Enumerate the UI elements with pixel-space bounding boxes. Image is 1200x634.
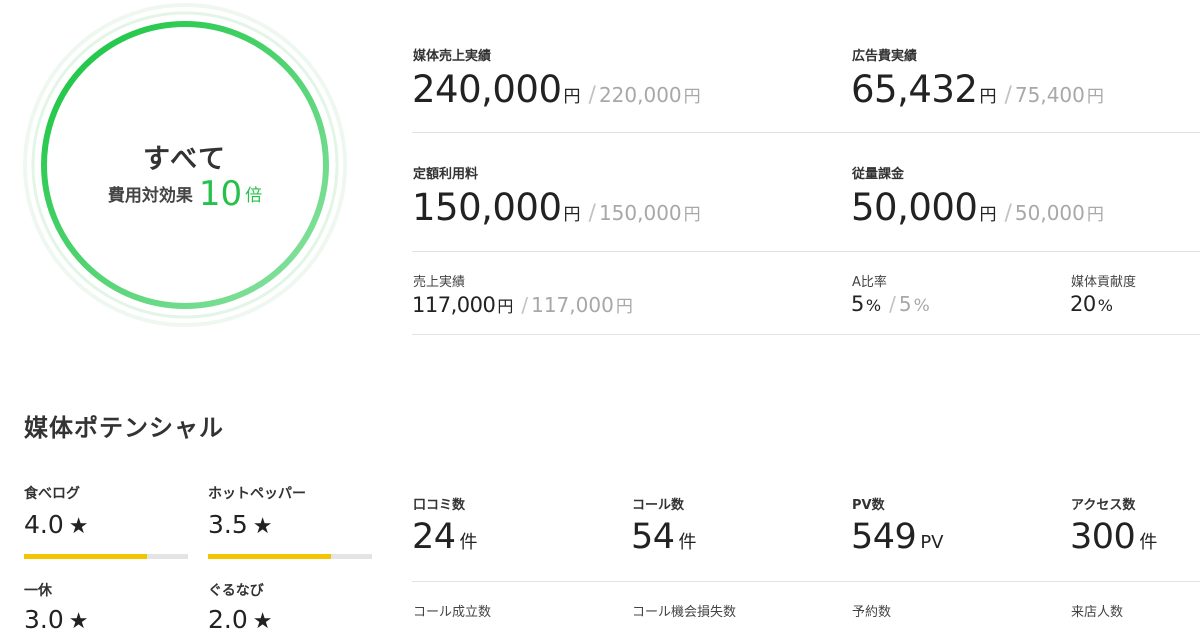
- count-value-pv: 549 PV: [851, 517, 943, 557]
- count-value-access: 300 件: [1070, 517, 1157, 557]
- ad-cost-amount: 65,432: [851, 68, 978, 111]
- count-number: 549: [851, 517, 917, 557]
- usage-fee-label: 従量課金: [852, 167, 905, 182]
- media-sales-amount: 240,000: [412, 68, 562, 111]
- contribution-unit: %: [1097, 296, 1113, 315]
- count-unit: 件: [1139, 532, 1158, 553]
- flat-fee-target-unit: 円: [683, 205, 701, 225]
- count-label-reservations: 予約数: [852, 605, 892, 620]
- divider: [412, 132, 1200, 133]
- count-unit: PV: [920, 532, 944, 553]
- ad-cost-unit: 円: [979, 87, 997, 107]
- media-sales-value: 240,000 円/220,000 円: [412, 68, 701, 111]
- star-icon: ★: [252, 609, 273, 634]
- usage-fee-unit: 円: [979, 205, 997, 225]
- a-ratio-target-unit: %: [913, 296, 930, 316]
- ad-cost-value: 65,432 円/75,400 円: [851, 68, 1104, 111]
- star-icon: ★: [68, 514, 89, 539]
- count-value-calls: 54 件: [631, 517, 697, 557]
- media-sales-target: 220,000: [598, 83, 682, 107]
- sales-value: 117,000 円/117,000 円: [412, 293, 633, 317]
- rating-value-hotpepper: 3.5 ★: [208, 510, 273, 539]
- a-ratio-unit: %: [865, 296, 882, 315]
- count-label-call-success: コール成立数: [413, 605, 492, 620]
- divider: [412, 334, 1200, 335]
- effect-value: 10: [198, 174, 243, 214]
- effect-unit: 倍: [245, 186, 263, 206]
- rating-name-tabelog: 食べログ: [24, 486, 80, 502]
- contribution-label: 媒体貢献度: [1071, 275, 1137, 290]
- flat-fee-unit: 円: [563, 205, 581, 225]
- count-unit: 件: [678, 532, 697, 553]
- flat-fee-value: 150,000 円/150,000 円: [412, 186, 701, 229]
- count-label-visitors: 来店人数: [1071, 605, 1124, 620]
- rating-value-tabelog: 4.0 ★: [24, 510, 89, 539]
- usage-fee-value: 50,000 円/50,000 円: [851, 186, 1104, 229]
- star-icon: ★: [68, 609, 89, 634]
- count-number: 24: [412, 517, 456, 557]
- sales-unit: 円: [497, 297, 514, 316]
- divider: [412, 251, 1200, 252]
- a-ratio-amount: 5: [851, 292, 864, 316]
- rating-bar-hotpepper: [208, 554, 372, 559]
- rating-bar-tabelog: [24, 554, 188, 559]
- count-label-access: アクセス数: [1071, 498, 1136, 513]
- effect-label: 費用対効果: [107, 186, 193, 206]
- usage-fee-target: 50,000: [1014, 201, 1085, 225]
- effect-line: 費用対効果 10 倍: [0, 174, 370, 214]
- rating-name-hotpepper: ホットペッパー: [208, 486, 306, 502]
- sales-target: 117,000: [531, 293, 614, 317]
- media-sales-target-unit: 円: [683, 87, 701, 107]
- divider: [412, 581, 1200, 582]
- rating-number: 3.5: [208, 510, 248, 539]
- contribution-amount: 20: [1070, 292, 1096, 316]
- ad-cost-target-unit: 円: [1086, 87, 1104, 107]
- count-label-pv: PV数: [852, 498, 885, 513]
- sales-target-unit: 円: [615, 297, 633, 317]
- count-label-call-loss: コール機会損失数: [632, 605, 737, 620]
- count-number: 54: [631, 517, 675, 557]
- ad-cost-label: 広告費実績: [852, 49, 918, 64]
- ad-cost-target: 75,400: [1014, 83, 1085, 107]
- rating-bar-fill: [208, 554, 331, 559]
- summary-title: すべて: [142, 144, 228, 175]
- media-sales-label: 媒体売上実績: [413, 49, 492, 64]
- count-label-calls: コール数: [632, 498, 685, 513]
- sales-label: 売上実績: [413, 275, 466, 290]
- rating-number: 4.0: [24, 510, 64, 539]
- count-number: 300: [1070, 517, 1136, 557]
- flat-fee-amount: 150,000: [412, 186, 562, 229]
- star-icon: ★: [252, 514, 273, 539]
- contribution-value: 20%: [1070, 292, 1113, 316]
- a-ratio-target: 5: [898, 292, 912, 316]
- flat-fee-target: 150,000: [598, 201, 682, 225]
- usage-fee-target-unit: 円: [1086, 205, 1104, 225]
- rating-name-gurunavi: ぐるなび: [208, 583, 264, 599]
- potential-title: 媒体ポテンシャル: [24, 414, 224, 442]
- count-value-reviews: 24 件: [412, 517, 478, 557]
- rating-bar-fill: [24, 554, 147, 559]
- a-ratio-value: 5%/5%: [851, 292, 930, 316]
- media-sales-unit: 円: [563, 87, 581, 107]
- flat-fee-label: 定額利用料: [413, 167, 479, 182]
- sales-amount: 117,000: [412, 293, 496, 317]
- count-label-reviews: 口コミ数: [413, 498, 466, 513]
- usage-fee-amount: 50,000: [851, 186, 978, 229]
- count-unit: 件: [459, 532, 478, 553]
- a-ratio-label: A比率: [852, 275, 887, 290]
- rating-name-ikyu: 一休: [24, 583, 52, 599]
